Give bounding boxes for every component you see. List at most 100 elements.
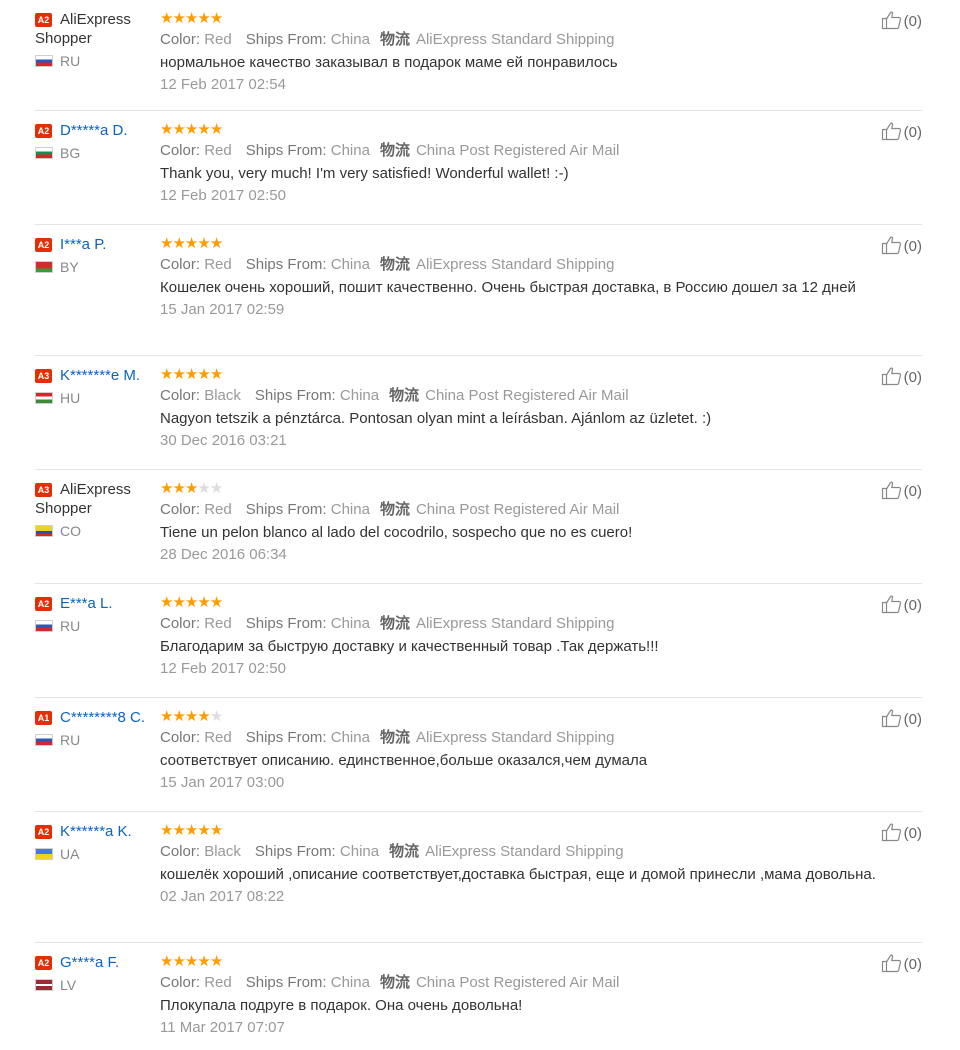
review-date: 30 Dec 2016 03:21 [160, 432, 287, 449]
reviewer-name[interactable]: E***a L. [60, 595, 113, 612]
shipping-method: AliExpress Standard Shipping [425, 843, 624, 860]
helpful-count: (0) [903, 369, 922, 386]
shipping-method: AliExpress Standard Shipping [415, 31, 615, 48]
helpful-count: (0) [903, 597, 922, 614]
review-date: 12 Feb 2017 02:54 [160, 76, 286, 93]
color-value: Red [204, 729, 232, 746]
star-icon: ★ [172, 480, 185, 497]
thumbs-up-icon [881, 121, 903, 147]
color-label: Color: [160, 729, 201, 746]
ships-from-value: China [330, 615, 370, 632]
order-info: Color: Black Ships From: China 物流 AliExpres… [160, 842, 900, 862]
logistics-icon: 物流 [379, 615, 410, 632]
star-icon: ★ [184, 953, 198, 970]
review-date: 12 Feb 2017 02:50 [160, 660, 286, 677]
country-flag-icon [35, 525, 53, 537]
review-content: ★★★★★ Color: Red Ships From: China 物流 China… [160, 480, 900, 565]
reviewer-name[interactable]: G****a F. [60, 954, 119, 971]
thumbs-up-icon [881, 10, 903, 36]
shipping-method: China Post Registered Air Mail [415, 501, 620, 518]
helpful-button[interactable]: (0) [881, 822, 922, 848]
country-flag-icon [35, 848, 53, 860]
reviewer-name[interactable]: K******a K. [60, 823, 132, 840]
review-content: ★★★★★ Color: Red Ships From: China 物流 China… [160, 121, 900, 206]
star-icon: ★ [184, 235, 198, 252]
helpful-count: (0) [903, 825, 922, 842]
review-item: A2 D*****a D. BG ★★★★★ Color: Red Ships Fr… [35, 111, 922, 225]
star-rating: ★★★★★ [160, 10, 900, 28]
star-icon: ★ [209, 708, 223, 725]
shipping-method: AliExpress Standard Shipping [415, 256, 615, 273]
country-code: BG [60, 145, 81, 161]
helpful-button[interactable]: (0) [881, 366, 922, 392]
helpful-button[interactable]: (0) [881, 235, 922, 261]
helpful-count: (0) [903, 13, 922, 30]
color-value: Red [204, 974, 232, 991]
helpful-count: (0) [903, 124, 922, 141]
shipping-method: China Post Registered Air Mail [415, 142, 620, 159]
thumbs-up-icon [881, 480, 903, 506]
helpful-button[interactable]: (0) [881, 480, 922, 506]
country-code: HU [60, 390, 81, 406]
reviewer-info: A1 C********8 C. RU [35, 708, 153, 749]
star-icon: ★ [197, 10, 210, 27]
color-label: Color: [160, 974, 201, 991]
country-flag-icon [35, 392, 53, 404]
helpful-button[interactable]: (0) [881, 10, 922, 36]
order-info: Color: Red Ships From: China 物流 China Post … [160, 141, 900, 161]
review-date: 15 Jan 2017 03:00 [160, 774, 285, 791]
ships-from-label: Ships From: [254, 387, 336, 404]
buyer-level-badge: A2 [35, 124, 52, 138]
star-icon: ★ [197, 708, 210, 725]
star-icon: ★ [184, 10, 198, 27]
reviewer-name[interactable]: D*****a D. [60, 122, 128, 139]
review-item: A3 AliExpress Shopper CO ★★★★★ Color: Red… [35, 470, 922, 584]
star-icon: ★ [209, 10, 223, 27]
star-rating: ★★★★★ [160, 953, 900, 971]
helpful-button[interactable]: (0) [881, 121, 922, 147]
logistics-icon: 物流 [379, 501, 410, 518]
country-flag-icon [35, 261, 53, 273]
star-icon: ★ [172, 953, 185, 970]
star-icon: ★ [209, 235, 223, 252]
star-icon: ★ [160, 10, 173, 27]
country-flag-icon [35, 620, 53, 632]
star-icon: ★ [172, 366, 185, 383]
reviewer-info: A3 AliExpress Shopper CO [35, 480, 153, 540]
review-text: кошелёк хороший ,описание соответствует,… [160, 866, 876, 883]
review-item: A2 K******a K. UA ★★★★★ Color: Black Ships… [35, 812, 922, 943]
star-icon: ★ [197, 235, 210, 252]
country-code: RU [60, 732, 81, 748]
color-label: Color: [160, 31, 201, 48]
ships-from-value: China [339, 843, 380, 860]
review-content: ★★★★★ Color: Red Ships From: China 物流 AliEx… [160, 594, 900, 679]
reviewer-name[interactable]: K*******e M. [60, 367, 140, 384]
review-item: A2 AliExpress Shopper RU ★★★★★ Color: Red… [35, 0, 922, 111]
review-content: ★★★★★ Color: Red Ships From: China 物流 AliEx… [160, 708, 900, 793]
ships-from-label: Ships From: [245, 256, 327, 273]
helpful-button[interactable]: (0) [881, 953, 922, 979]
helpful-button[interactable]: (0) [881, 708, 922, 734]
reviewer-info: A2 G****a F. LV [35, 953, 153, 994]
star-icon: ★ [160, 708, 173, 725]
reviewer-info: A2 E***a L. RU [35, 594, 153, 635]
ships-from-value: China [339, 387, 380, 404]
shipping-method: China Post Registered Air Mail [415, 974, 620, 991]
star-icon: ★ [160, 822, 173, 839]
reviewer-info: A2 AliExpress Shopper RU [35, 10, 153, 70]
helpful-button[interactable]: (0) [881, 594, 922, 620]
star-icon: ★ [172, 121, 185, 138]
ships-from-label: Ships From: [245, 729, 327, 746]
color-value: Black [204, 843, 241, 860]
thumbs-up-icon [881, 366, 903, 392]
review-date: 28 Dec 2016 06:34 [160, 546, 287, 563]
ships-from-value: China [330, 974, 370, 991]
star-icon: ★ [160, 953, 173, 970]
buyer-level-badge: A2 [35, 597, 52, 611]
reviewer-name[interactable]: I***a P. [60, 236, 106, 253]
color-label: Color: [160, 501, 201, 518]
buyer-level-badge: A1 [35, 711, 52, 725]
thumbs-up-icon [881, 235, 903, 261]
ships-from-label: Ships From: [254, 843, 336, 860]
reviewer-name[interactable]: C********8 C. [60, 709, 145, 726]
